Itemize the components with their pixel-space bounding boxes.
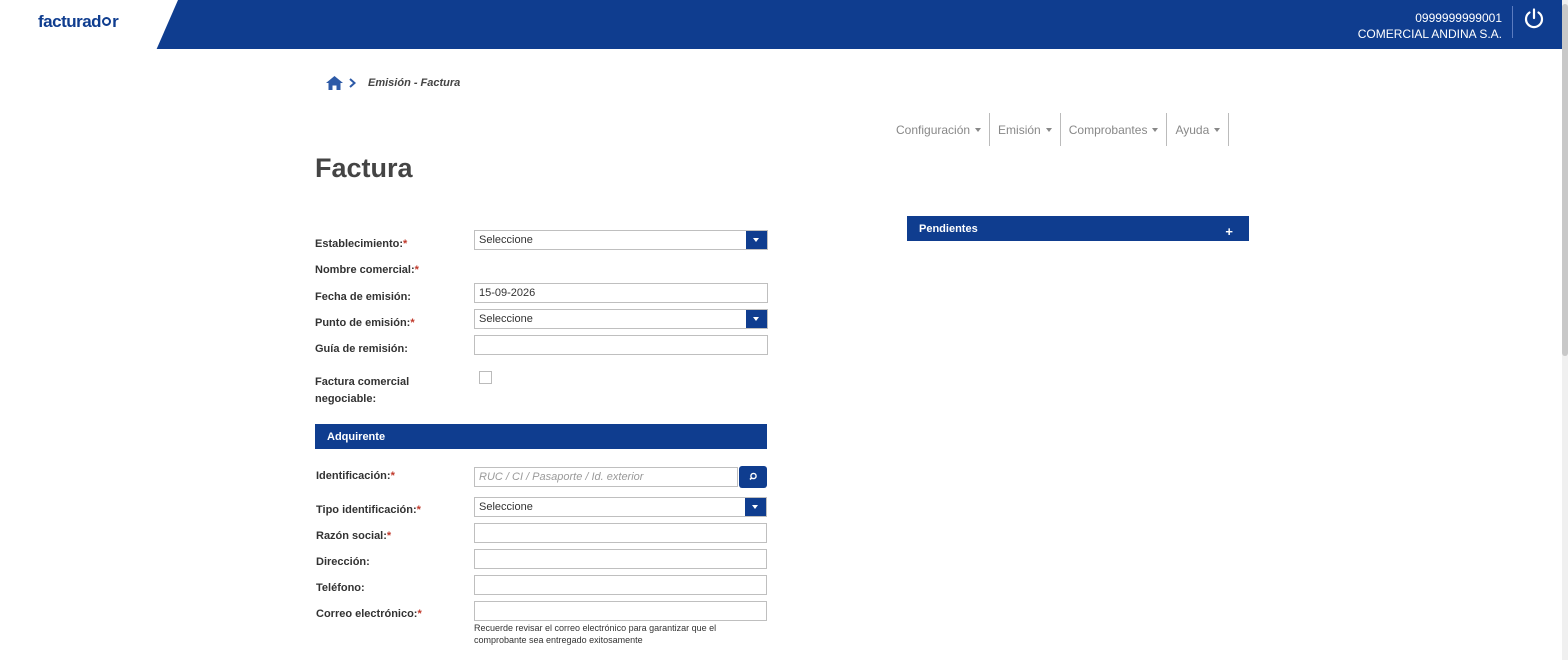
factura-comercial-checkbox[interactable] [479, 371, 492, 384]
menu-comprobantes[interactable]: Comprobantes [1061, 113, 1168, 146]
establecimiento-select[interactable]: Seleccione [474, 230, 768, 250]
correo-field[interactable] [474, 601, 767, 621]
punto-emision-label: Punto de emisión:* [315, 317, 415, 329]
main-menu: Configuración Emisión Comprobantes Ayuda [888, 113, 1230, 146]
correo-label: Correo electrónico:* [316, 608, 422, 620]
required-mark: * [390, 470, 395, 482]
required-mark: * [403, 238, 408, 250]
user-info: 0999999999001 COMERCIAL ANDINA S.A. [1358, 10, 1502, 42]
razon-social-field[interactable] [474, 523, 767, 543]
dropdown-arrow-icon[interactable] [746, 310, 767, 328]
dropdown-arrow-icon[interactable] [746, 231, 767, 249]
pendientes-title: Pendientes [919, 223, 978, 235]
menu-emision[interactable]: Emisión [990, 113, 1061, 146]
logo-text-end: r [112, 12, 119, 31]
breadcrumb: Emisión - Factura [326, 76, 460, 90]
establecimiento-selected-value: Seleccione [479, 234, 533, 246]
razon-social-label: Razón social:* [316, 530, 391, 542]
adquirente-section-header: Adquirente [315, 424, 767, 449]
punto-emision-selected-value: Seleccione [479, 313, 533, 325]
caret-down-icon [1214, 127, 1221, 132]
menu-emision-label: Emisión [998, 122, 1041, 137]
user-company: COMERCIAL ANDINA S.A. [1357, 27, 1502, 41]
home-icon[interactable] [326, 76, 343, 90]
correo-label-text: Correo electrónico: [316, 608, 418, 620]
scrollbar-thumb[interactable] [1562, 4, 1568, 356]
guia-remision-label: Guía de remisión: [315, 343, 408, 355]
power-icon[interactable] [1522, 7, 1546, 31]
telefono-field[interactable] [474, 575, 767, 595]
required-mark: * [414, 264, 419, 276]
required-mark: * [410, 317, 415, 329]
establecimiento-label-text: Establecimiento: [315, 238, 404, 250]
guia-remision-field[interactable] [474, 335, 768, 355]
tipo-identificacion-label: Tipo identificación:* [316, 504, 421, 516]
caret-down-icon [1045, 127, 1052, 132]
tipo-identificacion-selected-value: Seleccione [479, 501, 533, 513]
caret-down-icon [1152, 127, 1159, 132]
menu-configuracion[interactable]: Configuración [888, 113, 991, 146]
page-scrollbar[interactable] [1562, 0, 1568, 660]
menu-ayuda-label: Ayuda [1175, 122, 1210, 137]
menu-configuracion-label: Configuración [896, 122, 971, 137]
header-divider [1512, 6, 1513, 38]
search-button[interactable] [739, 466, 767, 488]
factura-comercial-label: Factura comercial negociable: [315, 374, 409, 408]
identificacion-label-text: Identificación: [316, 470, 391, 482]
dropdown-arrow-icon[interactable] [745, 498, 766, 516]
logo-text-start: facturad [38, 12, 102, 31]
identificacion-input[interactable]: RUC / CI / Pasaporte / Id. exterior [474, 467, 738, 487]
identificacion-label: Identificación:* [316, 470, 395, 482]
identificacion-placeholder: RUC / CI / Pasaporte / Id. exterior [479, 471, 644, 483]
direccion-field[interactable] [474, 549, 767, 569]
top-header: facturad r 0999999999001 COMERCIAL ANDINA… [0, 0, 1568, 49]
logo-area: facturad r [0, 0, 178, 49]
caret-down-icon [975, 127, 982, 132]
required-mark: * [417, 608, 422, 620]
menu-ayuda[interactable]: Ayuda [1167, 113, 1230, 146]
telefono-label: Teléfono: [316, 582, 365, 594]
chevron-right-icon [349, 78, 356, 88]
nombre-comercial-label-text: Nombre comercial: [315, 264, 415, 276]
tipo-identificacion-label-text: Tipo identificación: [316, 504, 417, 516]
correo-note: Recuerde revisar el correo electrónico p… [474, 623, 717, 645]
razon-social-label-text: Razón social: [316, 530, 387, 542]
pendientes-panel-header[interactable]: Pendientes + [907, 216, 1249, 241]
required-mark: * [416, 504, 421, 516]
fecha-emision-label: Fecha de emisión: [315, 291, 411, 303]
punto-emision-select[interactable]: Seleccione [474, 309, 768, 329]
factura-comercial-label-line2: negociable: [315, 393, 377, 405]
breadcrumb-current: Emisión - Factura [368, 77, 461, 89]
search-icon [749, 472, 757, 481]
fecha-emision-field[interactable]: 15-09-2026 [474, 283, 768, 303]
establecimiento-label: Establecimiento:* [315, 238, 407, 250]
page-title: Factura [315, 153, 413, 183]
menu-comprobantes-label: Comprobantes [1068, 122, 1148, 137]
tipo-identificacion-select[interactable]: Seleccione [474, 497, 767, 517]
logo[interactable]: facturad r [38, 12, 119, 32]
user-ruc: 0999999999001 [1415, 11, 1502, 25]
direccion-label: Dirección: [316, 556, 370, 568]
required-mark: * [386, 530, 392, 542]
factura-comercial-label-line1: Factura comercial [315, 376, 410, 388]
logo-o-mark-icon [102, 17, 112, 26]
nombre-comercial-label: Nombre comercial:* [315, 264, 419, 276]
expand-plus-icon[interactable]: + [1225, 218, 1233, 245]
punto-emision-label-text: Punto de emisión: [315, 317, 411, 329]
